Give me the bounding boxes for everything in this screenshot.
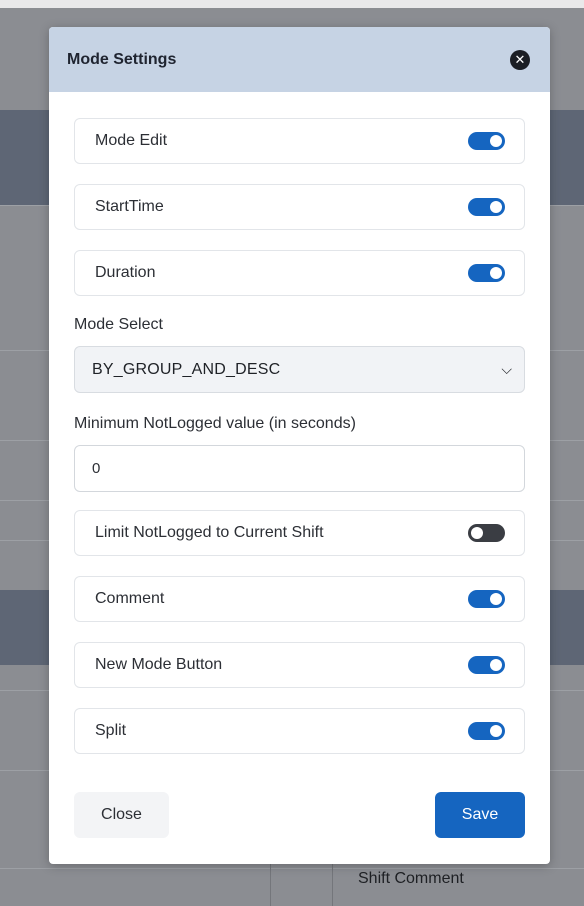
toggle-row-limit-notlogged-to-current-shift: Limit NotLogged to Current Shift — [74, 510, 525, 556]
dialog-body: Mode Edit StartTime Duration Mode Select B… — [49, 92, 550, 754]
mode-select-value: BY_GROUP_AND_DESC — [92, 360, 281, 378]
toggle-knob — [490, 135, 502, 147]
toggle-knob — [490, 659, 502, 671]
toggle-switch-duration[interactable] — [468, 264, 505, 282]
toggle-label: Split — [95, 722, 127, 739]
mode-settings-dialog: Mode Settings ✕ Mode Edit StartTime Durati… — [49, 27, 550, 864]
toggle-knob — [471, 527, 483, 539]
close-circle-icon[interactable]: ✕ — [510, 49, 530, 70]
toggle-label: Limit NotLogged to Current Shift — [95, 524, 324, 541]
toggle-switch-split[interactable] — [468, 722, 505, 740]
toggle-knob — [490, 593, 502, 605]
toggle-row-starttime: StartTime — [74, 184, 525, 230]
toggle-knob — [490, 267, 502, 279]
toggle-switch-mode-edit[interactable] — [468, 132, 505, 150]
toggle-row-comment: Comment — [74, 576, 525, 622]
toggle-switch-comment[interactable] — [468, 590, 505, 608]
background-divider — [0, 868, 584, 869]
min-notlogged-label: Minimum NotLogged value (in seconds) — [74, 415, 356, 432]
toggle-knob — [490, 201, 502, 213]
mode-select-dropdown[interactable]: BY_GROUP_AND_DESC ⌵ — [74, 346, 525, 393]
toggle-row-split: Split — [74, 708, 525, 754]
chevron-down-icon: ⌵ — [501, 361, 512, 377]
toggle-label: Duration — [95, 264, 156, 281]
toggle-switch-limit-notlogged-to-current-shift[interactable] — [468, 524, 505, 542]
toggle-label: Comment — [95, 590, 165, 607]
mode-select-label: Mode Select — [74, 316, 163, 333]
toggle-row-mode-edit: Mode Edit — [74, 118, 525, 164]
toggle-switch-starttime[interactable] — [468, 198, 505, 216]
close-button[interactable]: Close — [74, 792, 169, 838]
dialog-header: Mode Settings ✕ — [49, 27, 550, 92]
min-notlogged-input[interactable]: 0 — [74, 445, 525, 492]
save-button[interactable]: Save — [435, 792, 525, 838]
background-top-bar — [0, 0, 584, 8]
toggle-label: StartTime — [95, 198, 164, 215]
background-shift-comment-label: Shift Comment — [358, 870, 464, 887]
toggle-knob — [490, 725, 502, 737]
toggle-row-duration: Duration — [74, 250, 525, 296]
toggle-label: Mode Edit — [95, 132, 168, 149]
toggle-label: New Mode Button — [95, 656, 223, 673]
dialog-footer: Close Save — [74, 792, 525, 838]
dialog-title: Mode Settings — [67, 50, 177, 68]
toggle-row-new-mode-button: New Mode Button — [74, 642, 525, 688]
toggle-switch-new-mode-button[interactable] — [468, 656, 505, 674]
